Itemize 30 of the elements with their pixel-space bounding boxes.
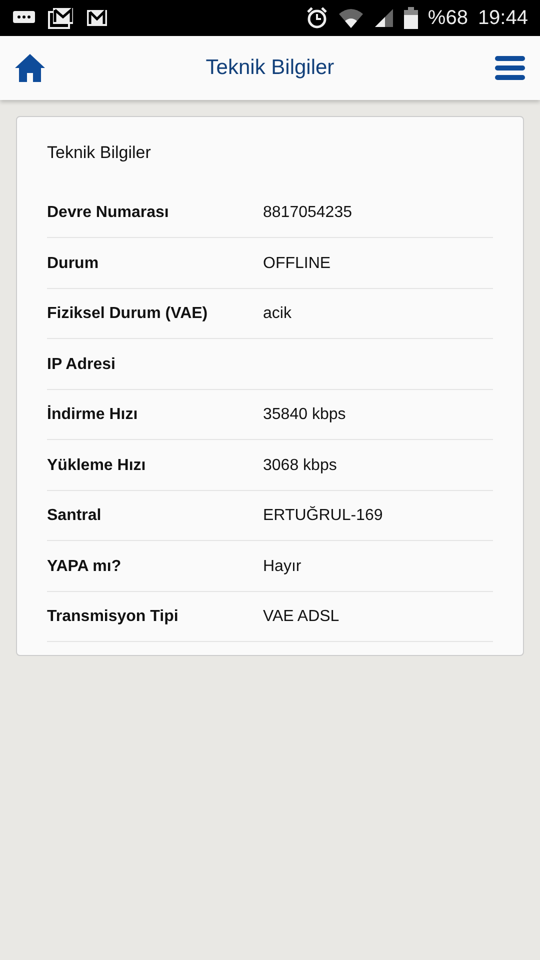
mail-stack-icon — [48, 7, 74, 29]
field-label: Fiziksel Durum (VAE) — [47, 305, 209, 323]
field-value: VAE ADSL — [263, 608, 340, 626]
wifi-icon — [338, 8, 364, 28]
field-value: 35840 kbps — [263, 406, 346, 424]
alarm-icon — [306, 7, 328, 29]
field-value: 8817054235 — [263, 204, 352, 222]
field-label: Yükleme Hızı — [47, 456, 147, 474]
menu-icon[interactable] — [494, 56, 525, 80]
field-label: Durum — [47, 254, 100, 272]
battery-icon — [404, 7, 418, 29]
field-value: acik — [263, 305, 292, 323]
field-label: IP Adresi — [47, 356, 116, 374]
message-icon — [12, 10, 36, 26]
field-label: İndirme Hızı — [47, 406, 139, 424]
page-title: Teknik Bilgiler — [206, 56, 334, 80]
field-label: Santral — [47, 507, 102, 525]
clock: 19:44 — [478, 6, 528, 30]
field-label: Devre Numarası — [47, 204, 170, 222]
field-value: Hayır — [263, 558, 302, 576]
field-label: Transmisyon Tipi — [47, 608, 180, 626]
field-label: YAPA mı? — [47, 558, 122, 576]
field-value: OFFLINE — [263, 254, 331, 272]
battery-percent: %68 — [428, 6, 468, 30]
home-icon[interactable] — [15, 54, 45, 82]
mail-icon — [86, 9, 108, 27]
field-value: 3068 kbps — [263, 456, 337, 474]
field-value: ERTUĞRUL-169 — [263, 507, 383, 525]
card-heading: Teknik Bilgiler — [47, 143, 152, 163]
signal-icon — [374, 8, 394, 28]
